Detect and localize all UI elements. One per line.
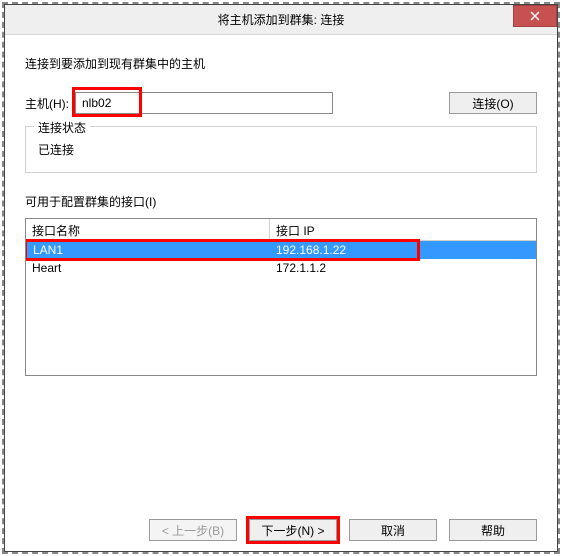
host-label: 主机(H):: [25, 95, 69, 112]
instruction-text: 连接到要添加到现有群集中的主机: [25, 55, 537, 72]
cell-interface-name: Heart: [26, 260, 270, 276]
wizard-dialog: 将主机添加到群集: 连接 连接到要添加到现有群集中的主机 主机(H): 连接(O…: [4, 4, 558, 552]
cell-interface-name: LAN1: [26, 242, 270, 258]
col-header-name[interactable]: 接口名称: [26, 219, 270, 240]
titlebar: 将主机添加到群集: 连接: [5, 5, 557, 35]
wizard-buttons: < 上一步(B) 下一步(N) > 取消 帮助: [25, 507, 537, 541]
status-text: 已连接: [38, 141, 524, 158]
dialog-content: 连接到要添加到现有群集中的主机 主机(H): 连接(O) 连接状态 已连接 可用…: [5, 35, 557, 551]
connection-status-group: 连接状态 已连接: [25, 126, 537, 173]
status-group-title: 连接状态: [34, 119, 90, 136]
interfaces-label: 可用于配置群集的接口(I): [25, 193, 537, 210]
cell-interface-ip: 192.168.1.22: [270, 242, 536, 258]
cell-interface-ip: 172.1.1.2: [270, 260, 536, 276]
back-button: < 上一步(B): [149, 519, 237, 541]
close-button[interactable]: [513, 5, 557, 27]
next-button[interactable]: 下一步(N) >: [249, 519, 337, 541]
host-input[interactable]: [75, 92, 333, 114]
window-title: 将主机添加到群集: 连接: [218, 11, 345, 28]
interfaces-table[interactable]: 接口名称 接口 IP LAN1192.168.1.22Heart172.1.1.…: [25, 218, 537, 376]
help-button[interactable]: 帮助: [449, 519, 537, 541]
connect-button[interactable]: 连接(O): [449, 92, 537, 114]
col-header-ip[interactable]: 接口 IP: [270, 219, 536, 240]
close-icon: [530, 11, 540, 21]
cancel-button[interactable]: 取消: [349, 519, 437, 541]
table-row[interactable]: LAN1192.168.1.22: [26, 241, 536, 259]
table-row[interactable]: Heart172.1.1.2: [26, 259, 536, 277]
host-row: 主机(H): 连接(O): [25, 92, 537, 114]
table-header: 接口名称 接口 IP: [26, 219, 536, 241]
